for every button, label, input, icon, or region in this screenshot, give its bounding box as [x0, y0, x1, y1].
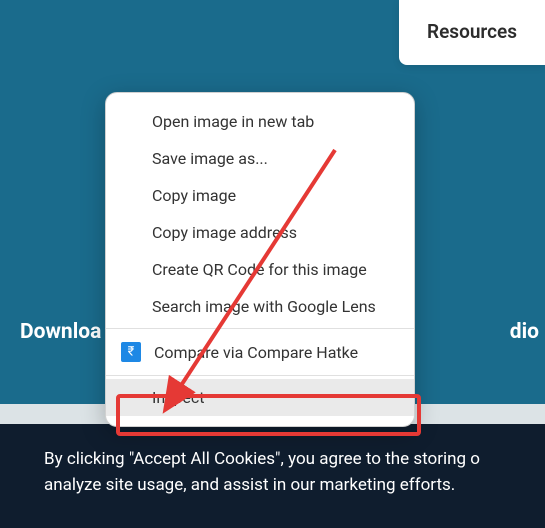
nav-tab-label: Resources [427, 20, 517, 43]
menu-item-copy-image-address[interactable]: Copy image address [106, 214, 414, 251]
menu-item-label: Save image as... [152, 149, 268, 168]
page-text-fragment-left: Downloa [20, 320, 101, 344]
menu-item-label: Copy image address [152, 223, 297, 242]
menu-item-compare-hatke[interactable]: Compare via Compare Hatke [106, 332, 414, 372]
menu-item-label: Open image in new tab [152, 112, 314, 131]
context-menu: Open image in new tab Save image as... C… [105, 92, 415, 427]
menu-item-save-image-as[interactable]: Save image as... [106, 140, 414, 177]
page-hero-area: Resources Downloa dio Open image in new … [0, 0, 545, 404]
menu-item-label: Compare via Compare Hatke [154, 343, 358, 362]
page-text-fragment-right: dio [510, 320, 539, 344]
nav-tab-resources[interactable]: Resources [399, 0, 545, 65]
cookie-text-line1: By clicking "Accept All Cookies", you ag… [44, 446, 545, 472]
menu-item-open-image[interactable]: Open image in new tab [106, 103, 414, 140]
menu-item-label: Search image with Google Lens [152, 297, 376, 316]
menu-item-label: Copy image [152, 186, 236, 205]
menu-item-search-lens[interactable]: Search image with Google Lens [106, 288, 414, 325]
cookie-banner: By clicking "Accept All Cookies", you ag… [0, 424, 545, 528]
menu-item-label: Inspect [152, 388, 205, 407]
menu-divider [106, 328, 414, 329]
menu-item-inspect[interactable]: Inspect [106, 379, 414, 416]
menu-item-copy-image[interactable]: Copy image [106, 177, 414, 214]
compare-hatke-icon [120, 341, 142, 363]
menu-item-label: Create QR Code for this image [152, 260, 367, 279]
menu-item-create-qr[interactable]: Create QR Code for this image [106, 251, 414, 288]
menu-divider [106, 375, 414, 376]
cookie-text-line2: analyze site usage, and assist in our ma… [44, 472, 545, 498]
